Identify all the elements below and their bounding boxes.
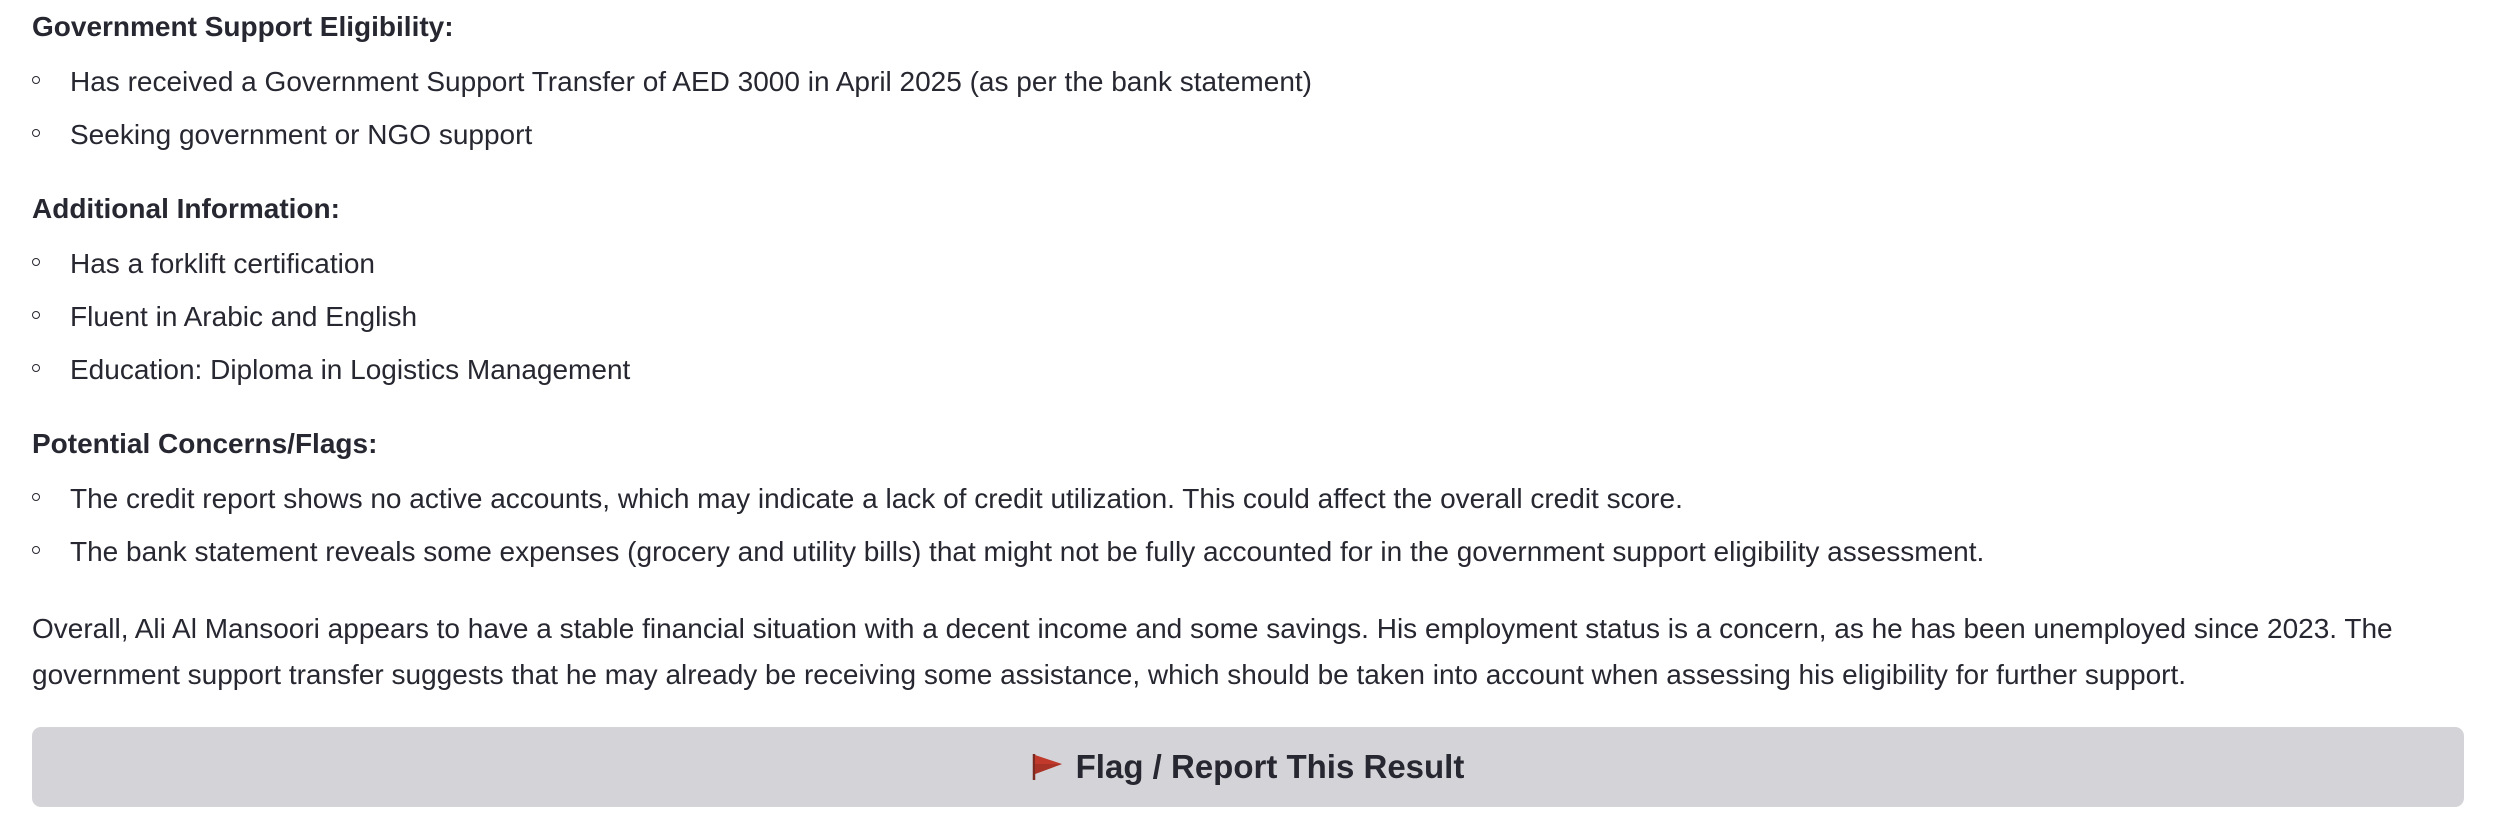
government-support-heading: Government Support Eligibility: — [32, 11, 454, 42]
bullet-circle-icon — [32, 258, 40, 266]
flag-report-button-label: Flag / Report This Result — [1075, 748, 1465, 785]
list-item: Has received a Government Support Transf… — [32, 55, 1312, 108]
bullet-circle-icon — [32, 493, 40, 501]
government-support-list: Has received a Government Support Transf… — [32, 55, 1312, 161]
list-item-text: Has a forklift certification — [70, 248, 375, 279]
list-item: The credit report shows no active accoun… — [32, 472, 1984, 525]
red-triangular-flag-icon — [1032, 752, 1064, 782]
potential-concerns-list: The credit report shows no active accoun… — [32, 472, 1984, 578]
potential-concerns-heading: Potential Concerns/Flags: — [32, 428, 378, 459]
list-item: Has a forklift certification — [32, 237, 630, 290]
additional-information-heading: Additional Information: — [32, 193, 340, 224]
list-item-text: The bank statement reveals some expenses… — [70, 536, 1985, 567]
bullet-circle-icon — [32, 364, 40, 372]
list-item-text: Education: Diploma in Logistics Manageme… — [70, 354, 631, 385]
bullet-circle-icon — [32, 546, 40, 554]
list-item: Education: Diploma in Logistics Manageme… — [32, 343, 630, 396]
list-item-text: Seeking government or NGO support — [70, 119, 533, 150]
summary-paragraph: Overall, Ali Al Mansoori appears to have… — [32, 613, 2393, 690]
list-item-text: The credit report shows no active accoun… — [70, 483, 1683, 514]
bullet-circle-icon — [32, 311, 40, 319]
list-item-text: Fluent in Arabic and English — [70, 301, 418, 332]
list-item: Seeking government or NGO support — [32, 108, 1312, 161]
list-item: Fluent in Arabic and English — [32, 290, 630, 343]
flag-report-button[interactable]: Flag / Report This Result — [32, 727, 2464, 807]
bullet-circle-icon — [32, 129, 40, 137]
additional-information-list: Has a forklift certification Fluent in A… — [32, 237, 630, 396]
list-item-text: Has received a Government Support Transf… — [70, 66, 1313, 97]
list-item: The bank statement reveals some expenses… — [32, 525, 1984, 578]
bullet-circle-icon — [32, 76, 40, 84]
